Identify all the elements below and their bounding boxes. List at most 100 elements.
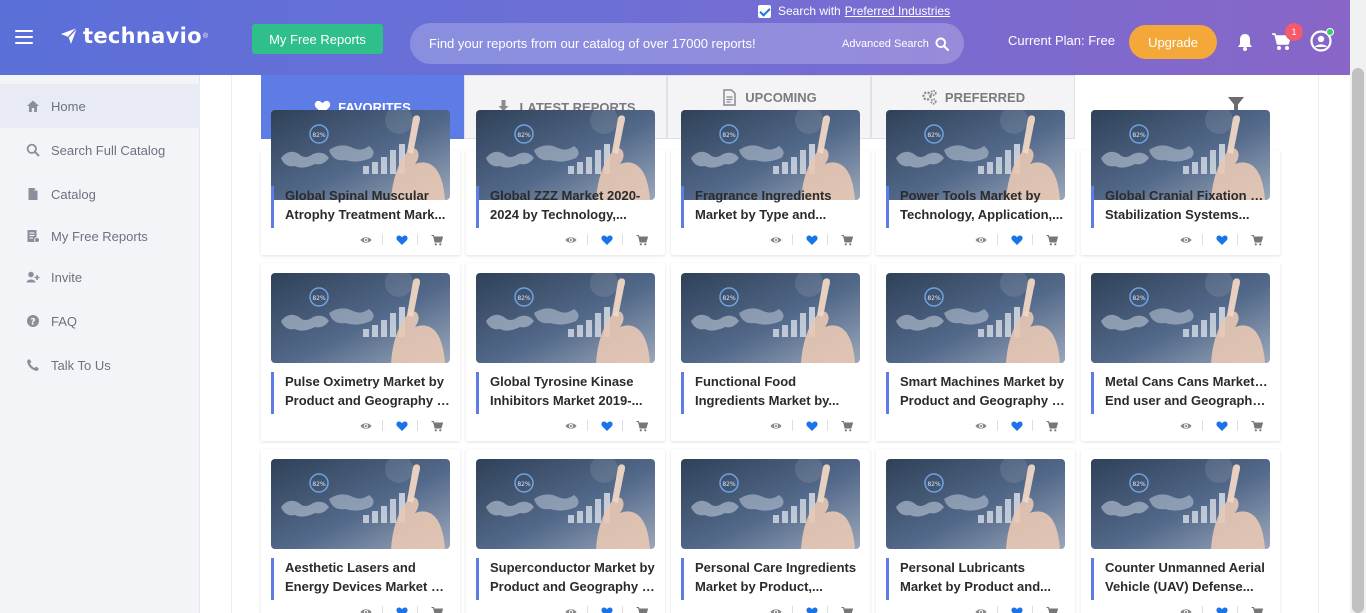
preview-eye-icon[interactable] (360, 605, 372, 613)
my-free-reports-button[interactable]: My Free Reports (252, 24, 383, 54)
report-title[interactable]: Pulse Oximetry Market by Product and Geog… (271, 372, 450, 414)
report-thumbnail[interactable]: 82% (1091, 459, 1270, 549)
report-card[interactable]: 82% Global Cranial Fixation and Stabilizat… (1081, 110, 1280, 255)
favorite-heart-icon[interactable] (396, 233, 408, 245)
report-card[interactable]: 82% Pulse Oximetry Market by Product and G… (261, 263, 460, 441)
preview-eye-icon[interactable] (565, 605, 577, 613)
add-to-cart-icon[interactable] (1046, 419, 1059, 432)
hamburger-menu-icon[interactable] (15, 30, 33, 44)
add-to-cart-icon[interactable] (1251, 233, 1264, 246)
report-card[interactable]: 82% Global ZZZ Market 2020- 2024 by Techno… (466, 110, 665, 255)
report-card[interactable]: 82% Aesthetic Lasers and Energy Devices Ma… (261, 449, 460, 613)
add-to-cart-icon[interactable] (431, 233, 444, 246)
report-card[interactable]: 82% Global Spinal Muscular Atrophy Treatme… (261, 110, 460, 255)
search-icon[interactable] (935, 37, 949, 51)
favorite-heart-icon[interactable] (396, 605, 408, 613)
report-title[interactable]: Functional Food Ingredients Market by... (681, 372, 860, 414)
add-to-cart-icon[interactable] (1046, 233, 1059, 246)
favorite-heart-icon[interactable] (1011, 605, 1023, 613)
checkbox-checked-icon[interactable] (758, 4, 771, 18)
add-to-cart-icon[interactable] (431, 419, 444, 432)
report-title[interactable]: Personal Lubricants Market by Product and… (886, 558, 1065, 600)
report-title[interactable]: Global ZZZ Market 2020- 2024 by Technolog… (476, 186, 655, 228)
sidebar-item-catalog[interactable]: Catalog (0, 172, 200, 216)
report-title[interactable]: Aesthetic Lasers and Energy Devices Marke… (271, 558, 450, 600)
report-card[interactable]: 82% Personal Care Ingredients Market by Pr… (671, 449, 870, 613)
report-title[interactable]: Fragrance Ingredients Market by Type and.… (681, 186, 860, 228)
add-to-cart-icon[interactable] (1251, 419, 1264, 432)
report-title[interactable]: Smart Machines Market by Product and Geog… (886, 372, 1065, 414)
sidebar-item-faq[interactable]: ? FAQ (0, 299, 200, 343)
add-to-cart-icon[interactable] (636, 233, 649, 246)
favorite-heart-icon[interactable] (601, 605, 613, 613)
report-title[interactable]: Global Tyrosine Kinase Inhibitors Market … (476, 372, 655, 414)
preferred-industries-checkbox[interactable]: Search with Preferred Industries (758, 4, 950, 18)
sidebar-item-invite[interactable]: Invite (0, 255, 200, 299)
sidebar-item-talk-to-us[interactable]: Talk To Us (0, 343, 200, 387)
technavio-logo[interactable]: technavio ® (60, 24, 208, 48)
favorite-heart-icon[interactable] (601, 419, 613, 431)
report-card[interactable]: 82% Global Tyrosine Kinase Inhibitors Mark… (466, 263, 665, 441)
favorite-heart-icon[interactable] (1216, 233, 1228, 245)
preview-eye-icon[interactable] (770, 605, 782, 613)
report-thumbnail[interactable]: 82% (271, 273, 450, 363)
preview-eye-icon[interactable] (360, 419, 372, 431)
report-card[interactable]: 82% Metal Cans Cans Market by End user and… (1081, 263, 1280, 441)
report-title[interactable]: Superconductor Market by Product and Geog… (476, 558, 655, 600)
add-to-cart-icon[interactable] (431, 605, 444, 613)
report-thumbnail[interactable]: 82% (681, 459, 860, 549)
report-title[interactable]: Global Spinal Muscular Atrophy Treatment … (271, 186, 450, 228)
preview-eye-icon[interactable] (770, 233, 782, 245)
report-title[interactable]: Power Tools Market by Technology, Applica… (886, 186, 1065, 228)
report-card[interactable]: 82% Power Tools Market by Technology, Appl… (876, 110, 1075, 255)
scrollbar-thumb[interactable] (1352, 68, 1364, 613)
catalog-search-input[interactable]: Find your reports from our catalog of ov… (410, 23, 964, 64)
preview-eye-icon[interactable] (1180, 605, 1192, 613)
preferred-industries-link[interactable]: Preferred Industries (845, 4, 950, 18)
preview-eye-icon[interactable] (1180, 233, 1192, 245)
upgrade-button[interactable]: Upgrade (1129, 25, 1217, 59)
preview-eye-icon[interactable] (975, 419, 987, 431)
notification-bell-icon[interactable] (1237, 33, 1253, 51)
add-to-cart-icon[interactable] (841, 605, 854, 613)
favorite-heart-icon[interactable] (1216, 419, 1228, 431)
sidebar-item-search-full-catalog[interactable]: Search Full Catalog (0, 128, 200, 172)
preview-eye-icon[interactable] (565, 419, 577, 431)
report-thumbnail[interactable]: 82% (681, 273, 860, 363)
sidebar-item-home[interactable]: Home (0, 84, 200, 128)
report-thumbnail[interactable]: 82% (476, 273, 655, 363)
preview-eye-icon[interactable] (975, 605, 987, 613)
report-title[interactable]: Counter Unmanned Aerial Vehicle (UAV) Def… (1091, 558, 1270, 600)
report-title[interactable]: Metal Cans Cans Market by End user and Ge… (1091, 372, 1270, 414)
report-thumbnail[interactable]: 82% (476, 459, 655, 549)
favorite-heart-icon[interactable] (1011, 233, 1023, 245)
preview-eye-icon[interactable] (1180, 419, 1192, 431)
add-to-cart-icon[interactable] (841, 233, 854, 246)
favorite-heart-icon[interactable] (806, 419, 818, 431)
report-card[interactable]: 82% Counter Unmanned Aerial Vehicle (UAV) … (1081, 449, 1280, 613)
report-card[interactable]: 82% Personal Lubricants Market by Product … (876, 449, 1075, 613)
report-card[interactable]: 82% Fragrance Ingredients Market by Type a… (671, 110, 870, 255)
preview-eye-icon[interactable] (565, 233, 577, 245)
report-title[interactable]: Personal Care Ingredients Market by Produ… (681, 558, 860, 600)
add-to-cart-icon[interactable] (1251, 605, 1264, 613)
favorite-heart-icon[interactable] (396, 419, 408, 431)
advanced-search-link[interactable]: Advanced Search (842, 38, 929, 50)
favorite-heart-icon[interactable] (1216, 605, 1228, 613)
preview-eye-icon[interactable] (360, 233, 372, 245)
report-card[interactable]: 82% Smart Machines Market by Product and G… (876, 263, 1075, 441)
favorite-heart-icon[interactable] (806, 233, 818, 245)
preview-eye-icon[interactable] (975, 233, 987, 245)
report-thumbnail[interactable]: 82% (271, 459, 450, 549)
favorite-heart-icon[interactable] (1011, 419, 1023, 431)
favorite-heart-icon[interactable] (601, 233, 613, 245)
report-thumbnail[interactable]: 82% (1091, 273, 1270, 363)
report-thumbnail[interactable]: 82% (886, 459, 1065, 549)
add-to-cart-icon[interactable] (841, 419, 854, 432)
report-title[interactable]: Global Cranial Fixation and Stabilization… (1091, 186, 1270, 228)
sidebar-item-my-free-reports[interactable]: My Free Reports (0, 214, 200, 258)
add-to-cart-icon[interactable] (636, 605, 649, 613)
favorite-heart-icon[interactable] (806, 605, 818, 613)
preview-eye-icon[interactable] (770, 419, 782, 431)
report-thumbnail[interactable]: 82% (886, 273, 1065, 363)
